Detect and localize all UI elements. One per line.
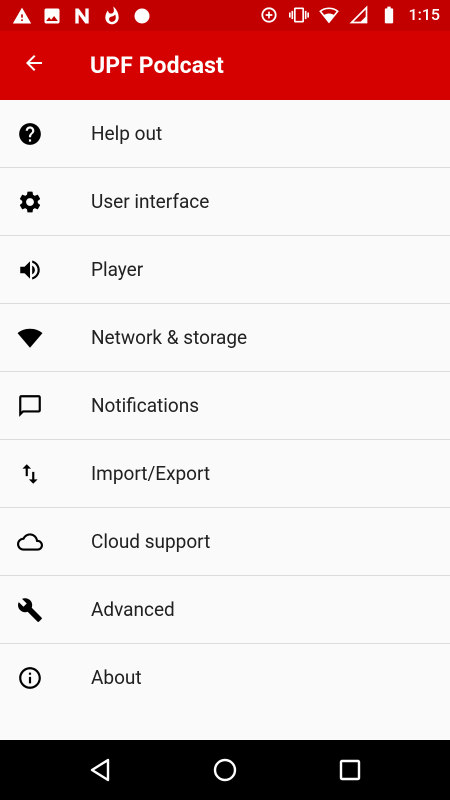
n-logo-icon	[72, 6, 92, 26]
settings-item-label: Player	[91, 258, 144, 281]
home-circle-icon	[210, 755, 240, 785]
status-system-icons: 1:15	[259, 5, 441, 25]
settings-item-label: Notifications	[91, 394, 200, 417]
settings-item-label: Cloud support	[91, 530, 211, 553]
settings-item-player[interactable]: Player	[0, 236, 450, 304]
settings-item-network-storage[interactable]: Network & storage	[0, 304, 450, 372]
settings-item-label: Help out	[91, 122, 163, 145]
image-icon	[42, 6, 62, 26]
vibrate-icon	[288, 5, 309, 25]
settings-item-user-interface[interactable]: User interface	[0, 168, 450, 236]
nav-recents-button[interactable]	[335, 755, 365, 785]
nav-back-button[interactable]	[85, 755, 115, 785]
info-icon	[17, 665, 43, 691]
settings-item-label: Advanced	[91, 598, 175, 621]
back-triangle-icon	[85, 755, 115, 785]
warning-icon	[12, 6, 32, 26]
settings-item-label: About	[91, 666, 142, 689]
settings-item-about[interactable]: About	[0, 644, 450, 712]
settings-item-label: Network & storage	[91, 326, 248, 349]
cloud-icon	[17, 529, 43, 555]
volume-icon	[17, 257, 43, 283]
swap-vertical-icon	[17, 461, 43, 487]
settings-item-advanced[interactable]: Advanced	[0, 576, 450, 644]
arrow-back-icon	[22, 51, 46, 79]
wifi-icon	[318, 5, 339, 25]
chat-bubble-icon	[17, 393, 43, 419]
wrench-icon	[17, 597, 43, 623]
battery-icon	[379, 5, 399, 25]
settings-item-import-export[interactable]: Import/Export	[0, 440, 450, 508]
back-button[interactable]	[12, 43, 56, 87]
wifi-icon	[17, 325, 43, 351]
data-saver-icon	[259, 5, 279, 25]
navigation-bar	[0, 740, 450, 800]
flame-icon	[102, 6, 122, 26]
settings-item-cloud-support[interactable]: Cloud support	[0, 508, 450, 576]
page-title: UPF Podcast	[90, 52, 224, 79]
recents-square-icon	[335, 755, 365, 785]
gear-icon	[17, 189, 43, 215]
settings-item-label: Import/Export	[91, 462, 211, 485]
nav-home-button[interactable]	[210, 755, 240, 785]
status-time: 1:15	[408, 5, 441, 24]
settings-item-help-out[interactable]: Help out	[0, 100, 450, 168]
app-bar: UPF Podcast	[0, 31, 450, 100]
status-notification-icons	[12, 6, 152, 26]
circle-icon	[132, 6, 152, 26]
settings-list: Help out User interface Player Network &…	[0, 100, 450, 712]
help-icon	[17, 121, 43, 147]
signal-icon	[348, 5, 369, 25]
settings-item-label: User interface	[91, 190, 210, 213]
status-bar: 1:15	[0, 0, 450, 31]
settings-item-notifications[interactable]: Notifications	[0, 372, 450, 440]
